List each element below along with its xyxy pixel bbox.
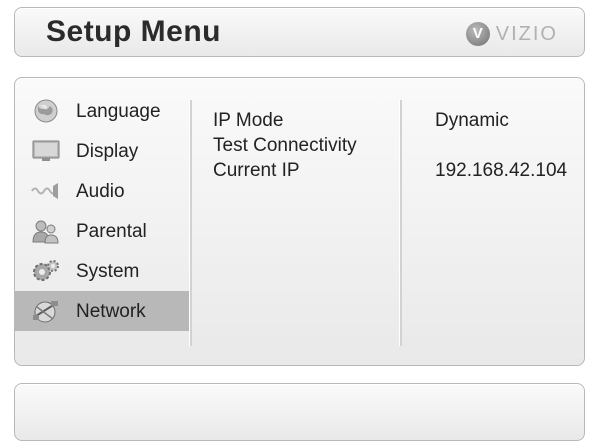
network-values-list: Dynamic 192.168.42.104 bbox=[435, 108, 567, 183]
vizio-logo-text: VIZIO bbox=[495, 22, 558, 45]
header-panel: Setup Menu V VIZIO bbox=[14, 7, 585, 57]
gears-icon bbox=[31, 258, 61, 284]
sidebar-item-label: Network bbox=[76, 301, 146, 322]
sidebar: Language Display Audio Parental System N… bbox=[15, 91, 189, 331]
test-connectivity-value bbox=[435, 133, 567, 158]
network-icon bbox=[31, 298, 61, 324]
page-title: Setup Menu bbox=[46, 15, 221, 48]
globe-icon bbox=[31, 98, 61, 124]
column-divider bbox=[189, 100, 192, 346]
network-settings-list: IP Mode Test Connectivity Current IP bbox=[213, 108, 357, 183]
test-connectivity-item[interactable]: Test Connectivity bbox=[213, 133, 357, 158]
sidebar-item-system[interactable]: System bbox=[15, 251, 189, 291]
ip-mode-value: Dynamic bbox=[435, 110, 509, 131]
sidebar-item-network[interactable]: Network bbox=[15, 291, 189, 331]
settings-panel: Language Display Audio Parental System N… bbox=[14, 77, 585, 366]
ip-mode-item[interactable]: IP Mode bbox=[213, 108, 357, 133]
sidebar-item-label: Audio bbox=[76, 181, 125, 202]
sidebar-item-audio[interactable]: Audio bbox=[15, 171, 189, 211]
sidebar-item-label: System bbox=[76, 261, 140, 282]
monitor-icon bbox=[31, 138, 61, 164]
users-icon bbox=[31, 218, 61, 244]
vizio-logo-badge-icon: V bbox=[465, 22, 490, 46]
speaker-wave-icon bbox=[31, 178, 61, 204]
current-ip-item[interactable]: Current IP bbox=[213, 158, 357, 183]
current-ip-value: 192.168.42.104 bbox=[435, 160, 568, 181]
column-divider bbox=[399, 100, 402, 346]
sidebar-item-label: Language bbox=[76, 101, 161, 122]
sidebar-item-display[interactable]: Display bbox=[15, 131, 189, 171]
sidebar-item-label: Display bbox=[76, 141, 139, 162]
sidebar-item-language[interactable]: Language bbox=[15, 91, 189, 131]
sidebar-item-label: Parental bbox=[76, 221, 147, 242]
sidebar-item-parental[interactable]: Parental bbox=[15, 211, 189, 251]
info-panel bbox=[14, 383, 585, 441]
vizio-logo: V VIZIO bbox=[465, 21, 558, 47]
